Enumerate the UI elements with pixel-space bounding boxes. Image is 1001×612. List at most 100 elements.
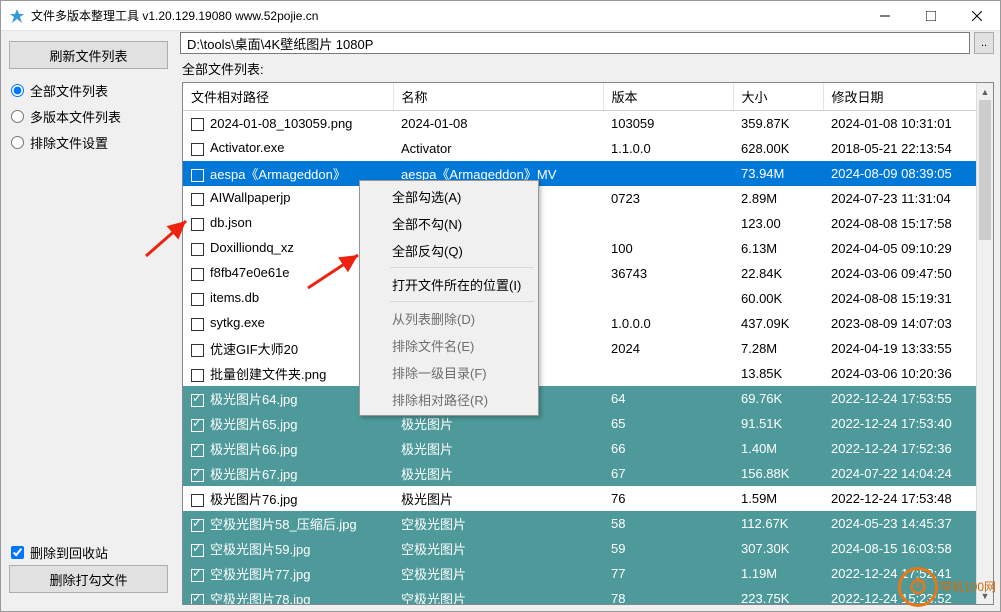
table-row[interactable]: 极光图片67.jpg极光图片67156.88K2024-07-22 14:04:… [183, 461, 993, 486]
row-checkbox[interactable] [191, 519, 204, 532]
table-row[interactable]: 极光图片65.jpg极光图片6591.51K2022-12-24 17:53:4… [183, 411, 993, 436]
cell-mtime: 2023-08-09 14:07:03 [823, 311, 993, 336]
radio-all-files[interactable]: 全部文件列表 [9, 77, 168, 103]
row-checkbox[interactable] [191, 344, 204, 357]
cell-size: 13.85K [733, 361, 823, 386]
row-checkbox[interactable] [191, 243, 204, 256]
table-row[interactable]: 空极光图片59.jpg空极光图片59307.30K2024-08-15 16:0… [183, 536, 993, 561]
col-mtime[interactable]: 修改日期 [823, 83, 993, 111]
row-checkbox[interactable] [191, 218, 204, 231]
cell-mtime: 2024-03-06 10:20:36 [823, 361, 993, 386]
col-path[interactable]: 文件相对路径 [183, 83, 393, 111]
maximize-button[interactable] [908, 1, 954, 31]
scroll-down-icon[interactable]: ▼ [977, 587, 993, 604]
context-menu[interactable]: 全部勾选(A)全部不勾(N)全部反勾(Q) 打开文件所在的位置(I) 从列表删除(D… [359, 180, 539, 416]
context-item[interactable]: 排除文件名(E) [362, 332, 536, 359]
table-row[interactable]: 极光图片76.jpg极光图片761.59M2022-12-24 17:53:48 [183, 486, 993, 511]
scroll-thumb[interactable] [979, 100, 991, 240]
recycle-checkbox-row[interactable]: 删除到回收站 [9, 539, 168, 565]
col-name[interactable]: 名称 [393, 83, 603, 111]
row-checkbox[interactable] [191, 169, 204, 182]
row-checkbox[interactable] [191, 193, 204, 206]
scroll-up-icon[interactable]: ▲ [977, 83, 993, 100]
row-checkbox[interactable] [191, 369, 204, 382]
cell-size: 437.09K [733, 311, 823, 336]
table-row[interactable]: 优速GIF大师2020247.28M2024-04-19 13:33:55 [183, 336, 993, 361]
cell-path: 优速GIF大师20 [210, 342, 298, 357]
cell-version: 77 [603, 561, 733, 586]
table-row[interactable]: 空极光图片77.jpg空极光图片771.19M2022-12-24 17:52:… [183, 561, 993, 586]
radio-multi-version[interactable]: 多版本文件列表 [9, 103, 168, 129]
table-row[interactable]: 极光图片66.jpg极光图片661.40M2022-12-24 17:52:36 [183, 436, 993, 461]
cell-size: 2.89M [733, 186, 823, 211]
context-item[interactable]: 排除相对路径(R) [362, 386, 536, 413]
cell-version: 58 [603, 511, 733, 536]
app-window: 文件多版本整理工具 v1.20.129.19080 www.52pojie.cn… [0, 0, 1001, 612]
cell-size: 359.87K [733, 111, 823, 136]
radio-exclude[interactable]: 排除文件设置 [9, 129, 168, 155]
cell-path: 空极光图片77.jpg [210, 567, 310, 582]
radio-all-files-input[interactable] [11, 84, 24, 97]
table-row[interactable]: AIWallpaperjp07232.89M2024-07-23 11:31:0… [183, 186, 993, 211]
minimize-button[interactable] [862, 1, 908, 31]
radio-exclude-input[interactable] [11, 136, 24, 149]
refresh-button[interactable]: 刷新文件列表 [9, 41, 168, 69]
row-checkbox[interactable] [191, 394, 204, 407]
context-item[interactable]: 全部反勾(Q) [362, 237, 536, 264]
close-button[interactable] [954, 1, 1000, 31]
cell-size: 223.75K [733, 586, 823, 606]
row-checkbox[interactable] [191, 594, 204, 605]
table-row[interactable]: sytkg.exe1.0.0.0437.09K2023-08-09 14:07:… [183, 311, 993, 336]
cell-path: f8fb47e0e61e [210, 265, 290, 280]
row-checkbox[interactable] [191, 318, 204, 331]
recycle-checkbox[interactable] [11, 546, 24, 559]
context-item[interactable]: 打开文件所在的位置(I) [362, 271, 536, 298]
table-row[interactable]: 空极光图片58_压缩后.jpg空极光图片58112.67K2024-05-23 … [183, 511, 993, 536]
table-row[interactable]: f8fb47e0e61e3674322.84K2024-03-06 09:47:… [183, 261, 993, 286]
row-checkbox[interactable] [191, 544, 204, 557]
row-checkbox[interactable] [191, 293, 204, 306]
titlebar[interactable]: 文件多版本整理工具 v1.20.129.19080 www.52pojie.cn [1, 1, 1000, 31]
cell-mtime: 2022-12-24 15:23:52 [823, 586, 993, 606]
context-item[interactable]: 全部不勾(N) [362, 210, 536, 237]
table-row[interactable]: 极光图片64.jpg极光图片6469.76K2022-12-24 17:53:5… [183, 386, 993, 411]
table-row[interactable]: items.db60.00K2024-08-08 15:19:31 [183, 286, 993, 311]
row-checkbox[interactable] [191, 118, 204, 131]
table-row[interactable]: 空极光图片78.jpg空极光图片78223.75K2022-12-24 15:2… [183, 586, 993, 606]
cell-version: 78 [603, 586, 733, 606]
cell-size: 307.30K [733, 536, 823, 561]
delete-checked-button[interactable]: 删除打勾文件 [9, 565, 168, 593]
table-row[interactable]: 批量创建文件夹.png批量创建文件夹13.85K2024-03-06 10:20… [183, 361, 993, 386]
cell-version: 64 [603, 386, 733, 411]
row-checkbox[interactable] [191, 419, 204, 432]
app-icon [9, 8, 25, 24]
table-row[interactable]: db.json123.002024-08-08 15:17:58 [183, 211, 993, 236]
radio-multi-version-input[interactable] [11, 110, 24, 123]
vertical-scrollbar[interactable]: ▲ ▼ [976, 83, 993, 604]
context-item[interactable]: 全部勾选(A) [362, 183, 536, 210]
context-item[interactable]: 从列表删除(D) [362, 305, 536, 332]
table-row[interactable]: Activator.exeActivator1.1.0.0628.00K2018… [183, 136, 993, 161]
row-checkbox[interactable] [191, 444, 204, 457]
file-table-container: 文件相对路径 名称 版本 大小 修改日期 2024-01-08_103059.p… [182, 82, 994, 605]
col-version[interactable]: 版本 [603, 83, 733, 111]
cell-version [603, 161, 733, 186]
row-checkbox[interactable] [191, 469, 204, 482]
table-row[interactable]: 2024-01-08_103059.png2024-01-08103059359… [183, 111, 993, 136]
cell-path: 极光图片67.jpg [210, 467, 297, 482]
row-checkbox[interactable] [191, 569, 204, 582]
cell-path: 空极光图片78.jpg [210, 592, 310, 606]
row-checkbox[interactable] [191, 268, 204, 281]
table-row[interactable]: Doxilliondq_xzz7.com_danji1006.13M2024-0… [183, 236, 993, 261]
col-size[interactable]: 大小 [733, 83, 823, 111]
context-item[interactable]: 排除一级目录(F) [362, 359, 536, 386]
row-checkbox[interactable] [191, 143, 204, 156]
path-input[interactable] [180, 32, 970, 54]
row-checkbox[interactable] [191, 494, 204, 507]
browse-button[interactable]: .. [974, 32, 994, 54]
list-label: 全部文件列表: [176, 55, 1000, 80]
cell-path: 极光图片64.jpg [210, 392, 297, 407]
cell-name: 极光图片 [393, 436, 603, 461]
table-row[interactable]: aespa《Armageddon》aespa《Armageddon》MV73.9… [183, 161, 993, 186]
cell-size: 112.67K [733, 511, 823, 536]
